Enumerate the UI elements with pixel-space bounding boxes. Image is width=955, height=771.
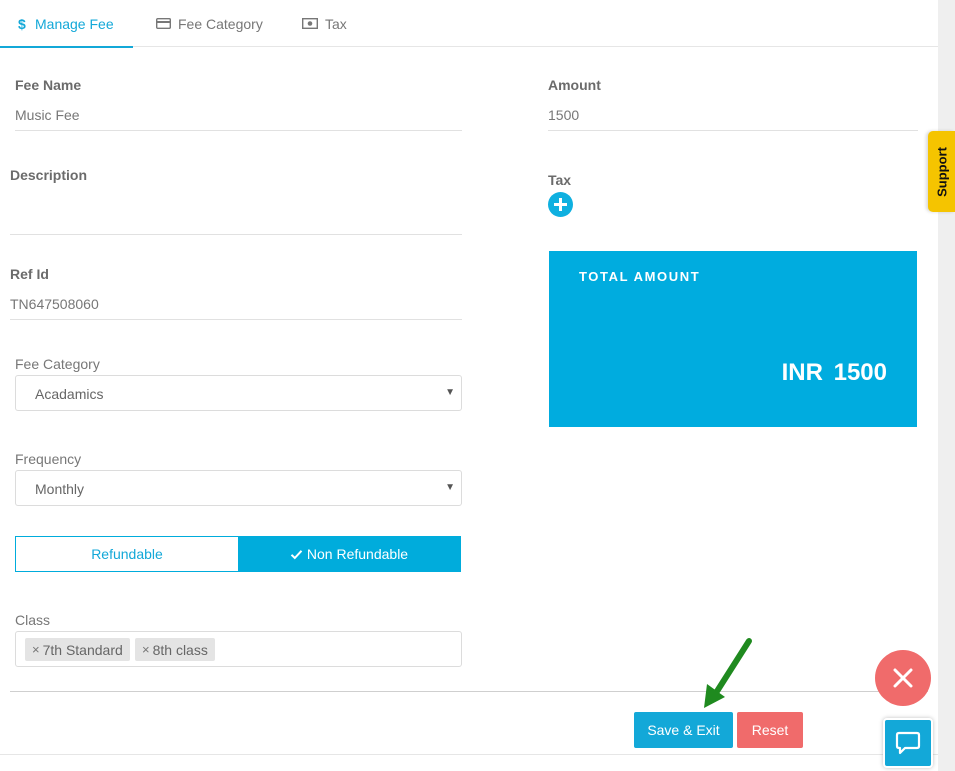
tab-label: Tax <box>325 15 347 32</box>
ref-id-underline <box>10 319 462 320</box>
remove-tag-icon[interactable]: × <box>32 642 40 657</box>
class-tag: × 8th class <box>135 638 215 661</box>
close-chat-button[interactable] <box>875 650 931 706</box>
support-label: Support <box>934 146 949 197</box>
amount-input[interactable]: 1500 <box>548 107 579 123</box>
class-tag: × 7th Standard <box>25 638 130 661</box>
manage-fee-page: $ Manage Fee Fee Category Tax Fee Name M… <box>0 0 938 771</box>
tab-fee-category[interactable]: Fee Category <box>156 0 263 47</box>
reset-button[interactable]: Reset <box>737 712 803 748</box>
amount-label: Amount <box>548 77 601 93</box>
tax-label: Tax <box>548 172 572 188</box>
total-amount-value: INR 1500 <box>781 359 887 386</box>
total-amount-card: TOTAL AMOUNT INR 1500 <box>549 251 917 427</box>
caret-down-icon: ▼ <box>445 387 455 398</box>
tab-bar: $ Manage Fee Fee Category Tax <box>0 0 938 48</box>
frequency-label: Frequency <box>15 451 82 467</box>
credit-card-icon <box>156 18 171 29</box>
arrow-annotation-icon <box>704 638 752 708</box>
fee-category-label: Fee Category <box>15 356 100 372</box>
chat-bubble-icon <box>895 731 921 755</box>
class-multiselect[interactable]: × 7th Standard × 8th class <box>15 631 462 667</box>
tab-tax[interactable]: Tax <box>302 0 347 47</box>
svg-text:$: $ <box>18 17 26 31</box>
class-tag-label: 7th Standard <box>42 641 123 658</box>
total-amount-label: TOTAL AMOUNT <box>579 269 701 284</box>
fee-name-underline <box>15 130 462 131</box>
description-label: Description <box>10 167 88 183</box>
add-tax-button[interactable] <box>548 192 573 217</box>
tab-manage-fee[interactable]: $ Manage Fee <box>0 0 133 48</box>
money-icon <box>302 18 318 29</box>
close-icon <box>893 668 913 688</box>
footer-line <box>0 754 938 755</box>
page-scrollbar[interactable] <box>938 0 955 771</box>
description-underline <box>10 234 462 235</box>
tab-label: Manage Fee <box>35 15 114 32</box>
tab-label: Fee Category <box>178 15 263 32</box>
refund-toggle: Refundable Non Refundable <box>15 536 461 572</box>
frequency-value: Monthly <box>35 481 85 497</box>
ref-id-label: Ref Id <box>10 266 49 282</box>
ref-id-input[interactable]: TN647508060 <box>10 296 99 312</box>
fee-category-value: Acadamics <box>35 386 104 402</box>
fee-category-select[interactable]: Acadamics ▼ <box>15 375 462 411</box>
class-tag-label: 8th class <box>152 641 208 658</box>
fee-name-label: Fee Name <box>15 77 82 93</box>
amount-underline <box>548 130 918 131</box>
class-label: Class <box>15 612 51 628</box>
support-tab[interactable]: Support <box>928 131 955 212</box>
form-divider <box>10 691 928 692</box>
plus-icon <box>554 198 567 211</box>
refundable-option[interactable]: Refundable <box>16 537 238 571</box>
fee-name-input[interactable]: Music Fee <box>15 107 80 123</box>
frequency-select[interactable]: Monthly ▼ <box>15 470 462 506</box>
save-exit-button[interactable]: Save & Exit <box>634 712 733 748</box>
non-refundable-option[interactable]: Non Refundable <box>238 537 460 571</box>
dollar-icon: $ <box>18 17 28 31</box>
description-input[interactable] <box>10 197 462 219</box>
caret-down-icon: ▼ <box>445 482 455 493</box>
non-refundable-label: Non Refundable <box>306 546 409 562</box>
refundable-label: Refundable <box>91 546 163 562</box>
remove-tag-icon[interactable]: × <box>142 642 150 657</box>
chat-button[interactable] <box>883 718 933 768</box>
check-icon <box>290 549 303 560</box>
